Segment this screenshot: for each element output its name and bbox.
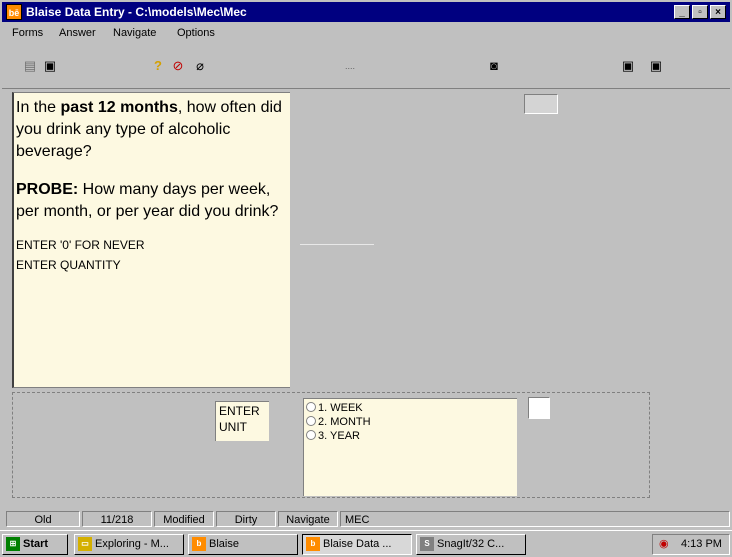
question-panel: In the past 12 months, how often did you… [12,92,290,388]
taskbar-snagit[interactable]: S SnagIt/32 C... [416,534,526,555]
separator-dots: .... [344,61,355,71]
status-mode: Old [6,511,80,527]
menu-options[interactable]: Options [177,27,215,39]
radio-icon [306,430,316,440]
tray-volume-icon[interactable]: ◉ [659,535,669,554]
system-tray: ◉ 4:13 PM [652,534,730,555]
instruction-never: ENTER '0' FOR NEVER [16,238,145,252]
unit-question-label: ENTER UNIT [215,401,269,441]
blaise-icon: b [306,537,320,551]
help-icon[interactable]: ? [150,58,166,74]
windows-logo-icon: ⊞ [6,537,20,551]
quantity-answer-field[interactable] [524,94,558,114]
instruction-quantity: ENTER QUANTITY [16,258,121,272]
status-modified: Modified [154,511,214,527]
unit-question-area: ENTER UNIT 1. WEEK 2. MONTH 3. YEAR [12,392,650,498]
copy-icon[interactable]: ▤ [22,58,38,74]
menu-navigate[interactable]: Navigate [113,27,156,39]
option-month[interactable]: 2. MONTH [304,415,517,429]
form-content: In the past 12 months, how often did you… [8,90,650,498]
status-dirty: Dirty [216,511,276,527]
form-icon[interactable]: ▣ [42,58,58,74]
prev-form-icon[interactable]: ▣ [620,58,636,74]
folder-icon: ▭ [78,537,92,551]
next-form-icon[interactable]: ▣ [648,58,664,74]
maximize-button[interactable]: ▫ [692,5,708,19]
menu-bar: Forms Answer Navigate Options [2,23,730,43]
taskbar: ⊞ Start ▭ Exploring - M... b Blaise b Blaise… [0,530,732,557]
question-text: In the past 12 months, how often did you… [16,99,282,160]
option-year[interactable]: 3. YEAR [304,429,517,443]
status-bar: Old 11/218 Modified Dirty Navigate MEC [2,510,730,528]
radio-icon [306,402,316,412]
probe-text: PROBE: How many days per week, per month… [16,181,279,220]
snagit-icon: S [420,537,434,551]
status-block: MEC [340,511,730,527]
menu-answer[interactable]: Answer [59,27,96,39]
toolbar: ▤ ▣ ? ⊘ ⌀ .... ◙ ▣ ▣ [2,44,730,89]
divider-line [300,244,374,245]
app-window: bē Blaise Data Entry - C:\models\Mec\Mec… [0,0,732,530]
taskbar-blaise-data[interactable]: b Blaise Data ... [302,534,412,555]
blaise-icon: b [192,537,206,551]
option-week[interactable]: 1. WEEK [304,401,517,415]
status-position: 11/218 [82,511,152,527]
clock[interactable]: 4:13 PM [681,535,722,554]
app-icon[interactable]: bē [6,4,22,20]
search-doc-icon[interactable]: ◙ [486,58,502,74]
stop-icon[interactable]: ⊘ [170,58,186,74]
unit-answer-field[interactable] [528,397,550,419]
unit-options-list: 1. WEEK 2. MONTH 3. YEAR [303,398,517,496]
taskbar-blaise[interactable]: b Blaise [188,534,298,555]
status-navigate: Navigate [278,511,338,527]
taskbar-exploring[interactable]: ▭ Exploring - M... [74,534,184,555]
minimize-button[interactable]: _ [674,5,690,19]
title-bar[interactable]: bē Blaise Data Entry - C:\models\Mec\Mec… [2,2,730,22]
radio-icon [306,416,316,426]
paperclip-icon[interactable]: ⌀ [192,58,208,74]
start-button[interactable]: ⊞ Start [2,534,68,555]
menu-forms[interactable]: Forms [12,27,43,39]
window-title: Blaise Data Entry - C:\models\Mec\Mec [26,5,247,19]
close-button[interactable]: × [710,5,726,19]
